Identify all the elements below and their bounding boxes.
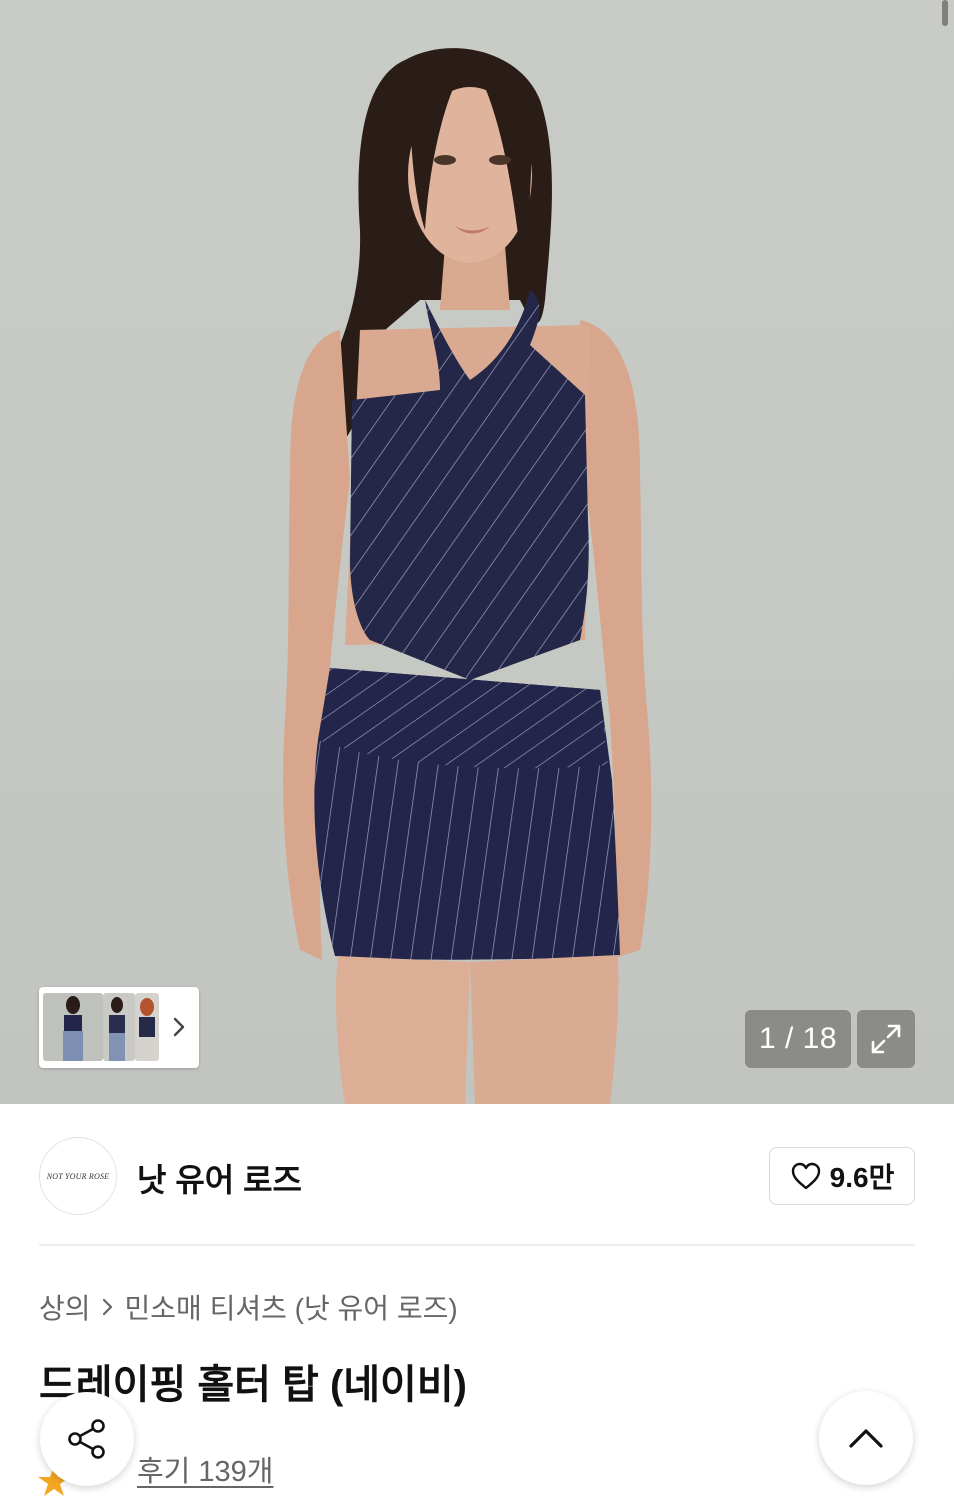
chevron-right-icon[interactable] — [167, 1011, 191, 1043]
like-count: 9.6만 — [829, 1162, 895, 1193]
brand-logo[interactable]: NOT YOUR ROSE — [39, 1137, 117, 1215]
breadcrumb-subcategory[interactable]: 민소매 티셔츠 (낫 유어 로즈) — [125, 1287, 458, 1327]
scroll-top-button[interactable] — [819, 1391, 913, 1485]
product-photo — [283, 48, 652, 1104]
brand-row: NOT YOUR ROSE 낫 유어 로즈 9.6만 — [39, 1137, 915, 1215]
heart-outline-icon — [791, 1162, 820, 1190]
brand-logo-text: NOT YOUR ROSE — [46, 1171, 110, 1181]
thumbnail-3[interactable] — [135, 993, 159, 1061]
thumbnail-2[interactable] — [103, 993, 135, 1061]
chevron-up-icon — [849, 1429, 883, 1448]
divider — [39, 1244, 915, 1246]
like-button[interactable]: 9.6만 — [769, 1147, 915, 1205]
share-button[interactable] — [40, 1392, 134, 1486]
expand-icon — [871, 1024, 901, 1054]
reviews-link[interactable]: 후기 139개 — [137, 1448, 273, 1490]
product-image-gallery[interactable]: 1 / 18 — [0, 0, 954, 1104]
image-counter: 1 / 18 — [745, 1010, 851, 1068]
share-icon — [68, 1419, 105, 1459]
brand-name[interactable]: 낫 유어 로즈 — [137, 1155, 302, 1201]
thumbnail-1[interactable] — [43, 993, 103, 1061]
thumbnail-strip[interactable] — [39, 987, 199, 1068]
breadcrumb-category[interactable]: 상의 — [39, 1287, 91, 1327]
scrollbar-thumb[interactable] — [942, 0, 948, 26]
expand-button[interactable] — [857, 1010, 915, 1068]
chevron-right-icon — [101, 1297, 115, 1317]
breadcrumb: 상의 민소매 티셔츠 (낫 유어 로즈) — [39, 1287, 458, 1327]
